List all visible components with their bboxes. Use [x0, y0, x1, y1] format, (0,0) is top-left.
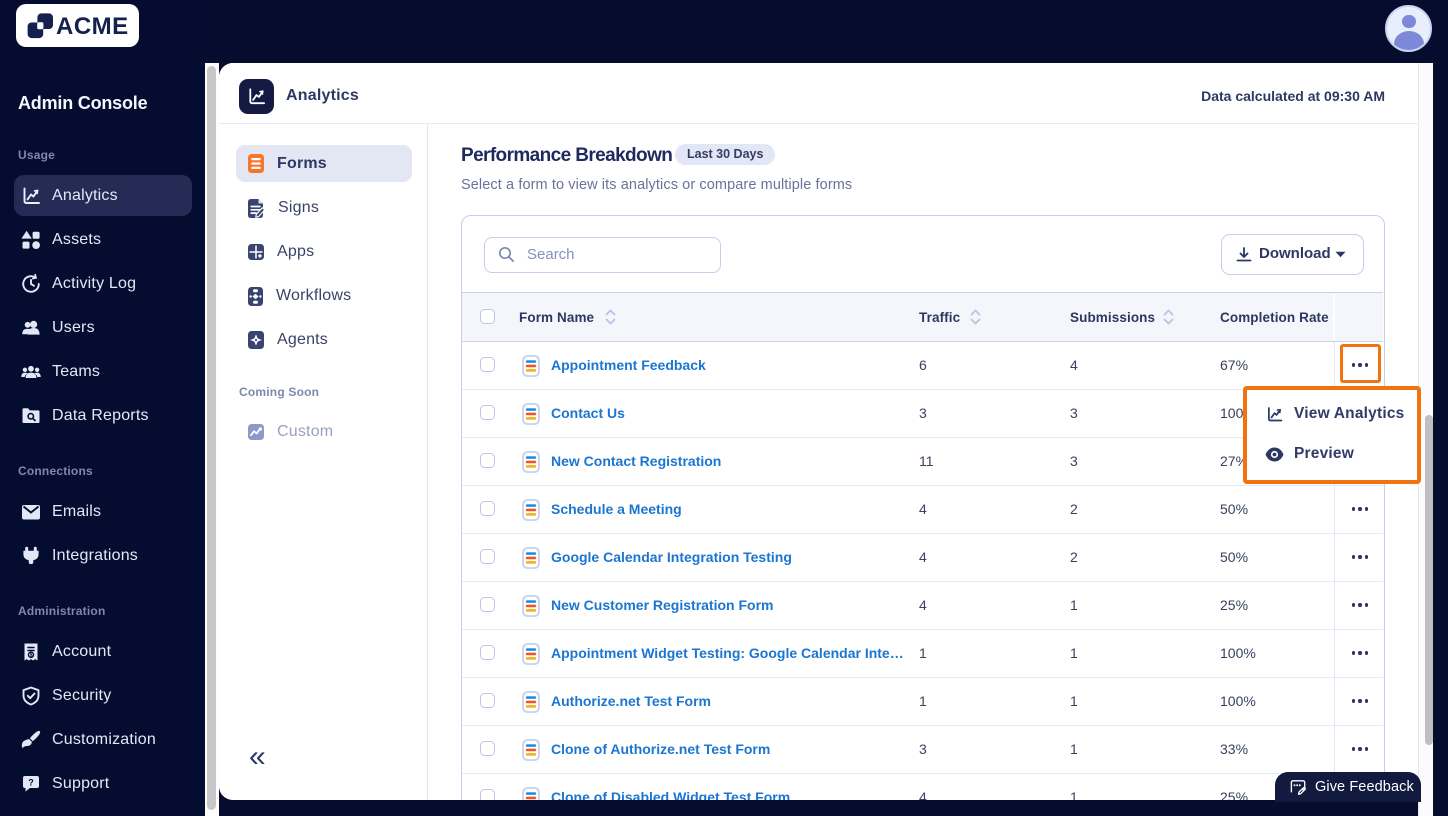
svg-text:$: $ [29, 653, 32, 659]
svg-text:?: ? [28, 778, 34, 788]
